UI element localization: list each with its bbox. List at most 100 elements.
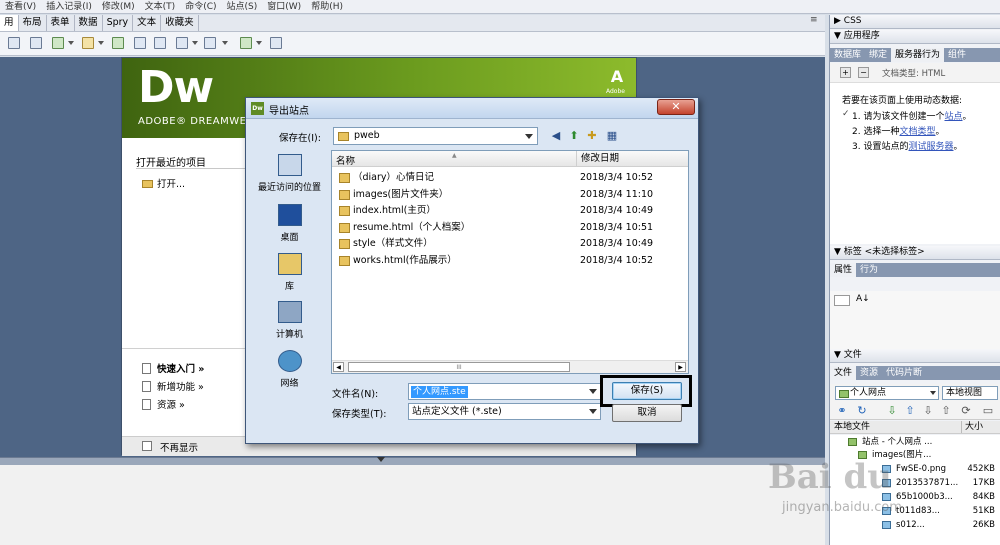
tab-server-behaviors[interactable]: 服务器行为 (891, 48, 945, 62)
panel-splitter[interactable] (0, 457, 825, 465)
tab-bindings[interactable]: 绑定 (865, 48, 891, 62)
tree-row[interactable]: 站点 - 个人网点 ... (830, 436, 1000, 449)
image-icon[interactable] (82, 37, 94, 49)
expand-icon[interactable]: ▭ (982, 405, 994, 417)
back-icon[interactable]: ◀ (549, 129, 563, 143)
resources-link[interactable]: 资源 » (142, 397, 185, 411)
file-type-select[interactable]: 站点定义文件 (*.ste) (408, 403, 601, 420)
menu-insert[interactable]: 插入记录(I) (41, 0, 97, 13)
name-column-header[interactable]: 名称 (336, 153, 355, 167)
view-select[interactable]: 本地视图 (942, 386, 998, 400)
dropdown-icon[interactable] (192, 41, 198, 45)
check-out-icon[interactable]: ⇩ (922, 405, 934, 417)
dialog-titlebar[interactable]: Dw 导出站点 ✕ (246, 98, 698, 119)
file-row[interactable]: style（样式文件） 2018/3/4 10:49 (332, 236, 688, 252)
media-icon[interactable] (154, 37, 166, 49)
tab-assets[interactable]: 资源 (856, 366, 882, 380)
dont-show-checkbox[interactable] (142, 441, 152, 451)
template-icon[interactable] (240, 37, 252, 49)
check-in-icon[interactable]: ⇧ (940, 405, 952, 417)
tab-databases[interactable]: 数据库 (830, 48, 865, 62)
testing-server-link[interactable]: 测试服务器 (908, 142, 953, 152)
refresh-icon[interactable]: ↻ (856, 405, 868, 417)
place-recent[interactable]: 最近访问的位置 (252, 154, 327, 193)
css-panel-header[interactable]: ▶ CSS (830, 15, 1000, 29)
tag-chooser-icon[interactable] (270, 37, 282, 49)
view-menu-icon[interactable]: ▦ (605, 129, 619, 143)
place-network[interactable]: 网络 (252, 350, 327, 389)
scroll-left-icon[interactable]: ◀ (333, 362, 344, 372)
tab-forms[interactable]: 表单 (47, 15, 75, 31)
cancel-button[interactable]: 取消 (612, 404, 682, 422)
file-row[interactable]: works.html(作品展示） 2018/3/4 10:52 (332, 253, 688, 269)
div-icon[interactable] (134, 37, 146, 49)
scroll-thumb[interactable]: III (348, 362, 570, 372)
size-column[interactable]: 大小 (961, 421, 1000, 433)
menu-modify[interactable]: 修改(M) (97, 0, 140, 13)
tab-files[interactable]: 文件 (830, 366, 857, 380)
close-button[interactable]: ✕ (657, 99, 695, 115)
sort-az-icon[interactable]: A↓ (856, 294, 870, 304)
place-desktop[interactable]: 桌面 (252, 204, 327, 243)
new-folder-icon[interactable]: ✚ (585, 129, 599, 143)
menu-help[interactable]: 帮助(H) (306, 0, 348, 13)
tab-snippets[interactable]: 代码片断 (882, 366, 926, 380)
tab-spry[interactable]: Spry (103, 15, 134, 31)
quick-start-link[interactable]: 快速入门 » (142, 361, 204, 375)
open-link[interactable]: 打开... (142, 176, 185, 190)
named-anchor-icon[interactable] (52, 37, 64, 49)
file-row[interactable]: index.html(主页） 2018/3/4 10:49 (332, 203, 688, 219)
table-icon[interactable] (112, 37, 124, 49)
server-side-include-icon[interactable] (204, 37, 216, 49)
tab-text[interactable]: 文本 (133, 15, 162, 31)
local-files-column[interactable]: 本地文件 (834, 421, 870, 433)
collapse-arrow-icon[interactable] (377, 457, 385, 462)
category-view-icon[interactable] (834, 295, 850, 306)
synchronize-icon[interactable]: ⟳ (960, 405, 972, 417)
tag-inspector-header[interactable]: ▼ 标签 <未选择标签> (830, 246, 1000, 260)
save-button[interactable]: 保存(S) (612, 382, 682, 400)
hyperlink-icon[interactable] (8, 37, 20, 49)
file-row[interactable]: （diary）心情日记 2018/3/4 10:52 (332, 170, 688, 186)
menu-commands[interactable]: 命令(C) (180, 0, 221, 13)
tab-layout[interactable]: 布局 (19, 15, 47, 31)
dropdown-icon[interactable] (256, 41, 262, 45)
dropdown-icon[interactable] (68, 41, 74, 45)
save-in-select[interactable]: pweb (333, 127, 538, 145)
email-link-icon[interactable] (30, 37, 42, 49)
tab-common[interactable]: 用 (0, 15, 19, 31)
application-panel-header[interactable]: ▼ 应用程序 (830, 30, 1000, 44)
tab-attributes[interactable]: 属性 (830, 263, 857, 277)
site-link[interactable]: 站点 (944, 112, 962, 122)
place-libraries[interactable]: 库 (252, 253, 327, 292)
put-files-icon[interactable]: ⇧ (904, 405, 916, 417)
dropdown-icon[interactable] (222, 41, 228, 45)
tab-data[interactable]: 数据 (75, 15, 103, 31)
tab-behaviors[interactable]: 行为 (856, 263, 882, 277)
tree-row[interactable]: s012... 26KB (830, 519, 1000, 532)
site-select[interactable]: 个人网点 (835, 386, 939, 400)
file-row[interactable]: resume.html（个人档案） 2018/3/4 10:51 (332, 220, 688, 236)
horizontal-scrollbar[interactable]: ◀ III ▶ (332, 360, 688, 373)
file-name-input[interactable]: 个人网点.ste (408, 383, 601, 400)
new-features-link[interactable]: 新增功能 » (142, 379, 204, 393)
menu-site[interactable]: 站点(S) (222, 0, 263, 13)
scroll-right-icon[interactable]: ▶ (675, 362, 686, 372)
date-column-header[interactable]: 修改日期 (576, 151, 619, 167)
tab-components[interactable]: 组件 (944, 48, 970, 62)
remove-icon[interactable]: − (858, 67, 869, 78)
dropdown-icon[interactable] (98, 41, 104, 45)
tab-favorites[interactable]: 收藏夹 (161, 15, 199, 31)
chevron-down-icon[interactable] (589, 389, 597, 394)
date-icon[interactable] (176, 37, 188, 49)
file-row[interactable]: images(图片文件夹） 2018/3/4 11:10 (332, 187, 688, 203)
add-icon[interactable]: + (840, 67, 851, 78)
place-computer[interactable]: 计算机 (252, 301, 327, 340)
panel-options-icon[interactable]: ≡ (810, 15, 818, 25)
menu-text[interactable]: 文本(T) (140, 0, 181, 13)
doctype-link[interactable]: 文档类型 (899, 127, 935, 137)
menu-view[interactable]: 查看(V) (0, 0, 41, 13)
get-files-icon[interactable]: ⇩ (886, 405, 898, 417)
connect-icon[interactable]: ⚭ (836, 405, 848, 417)
menu-window[interactable]: 窗口(W) (262, 0, 306, 13)
